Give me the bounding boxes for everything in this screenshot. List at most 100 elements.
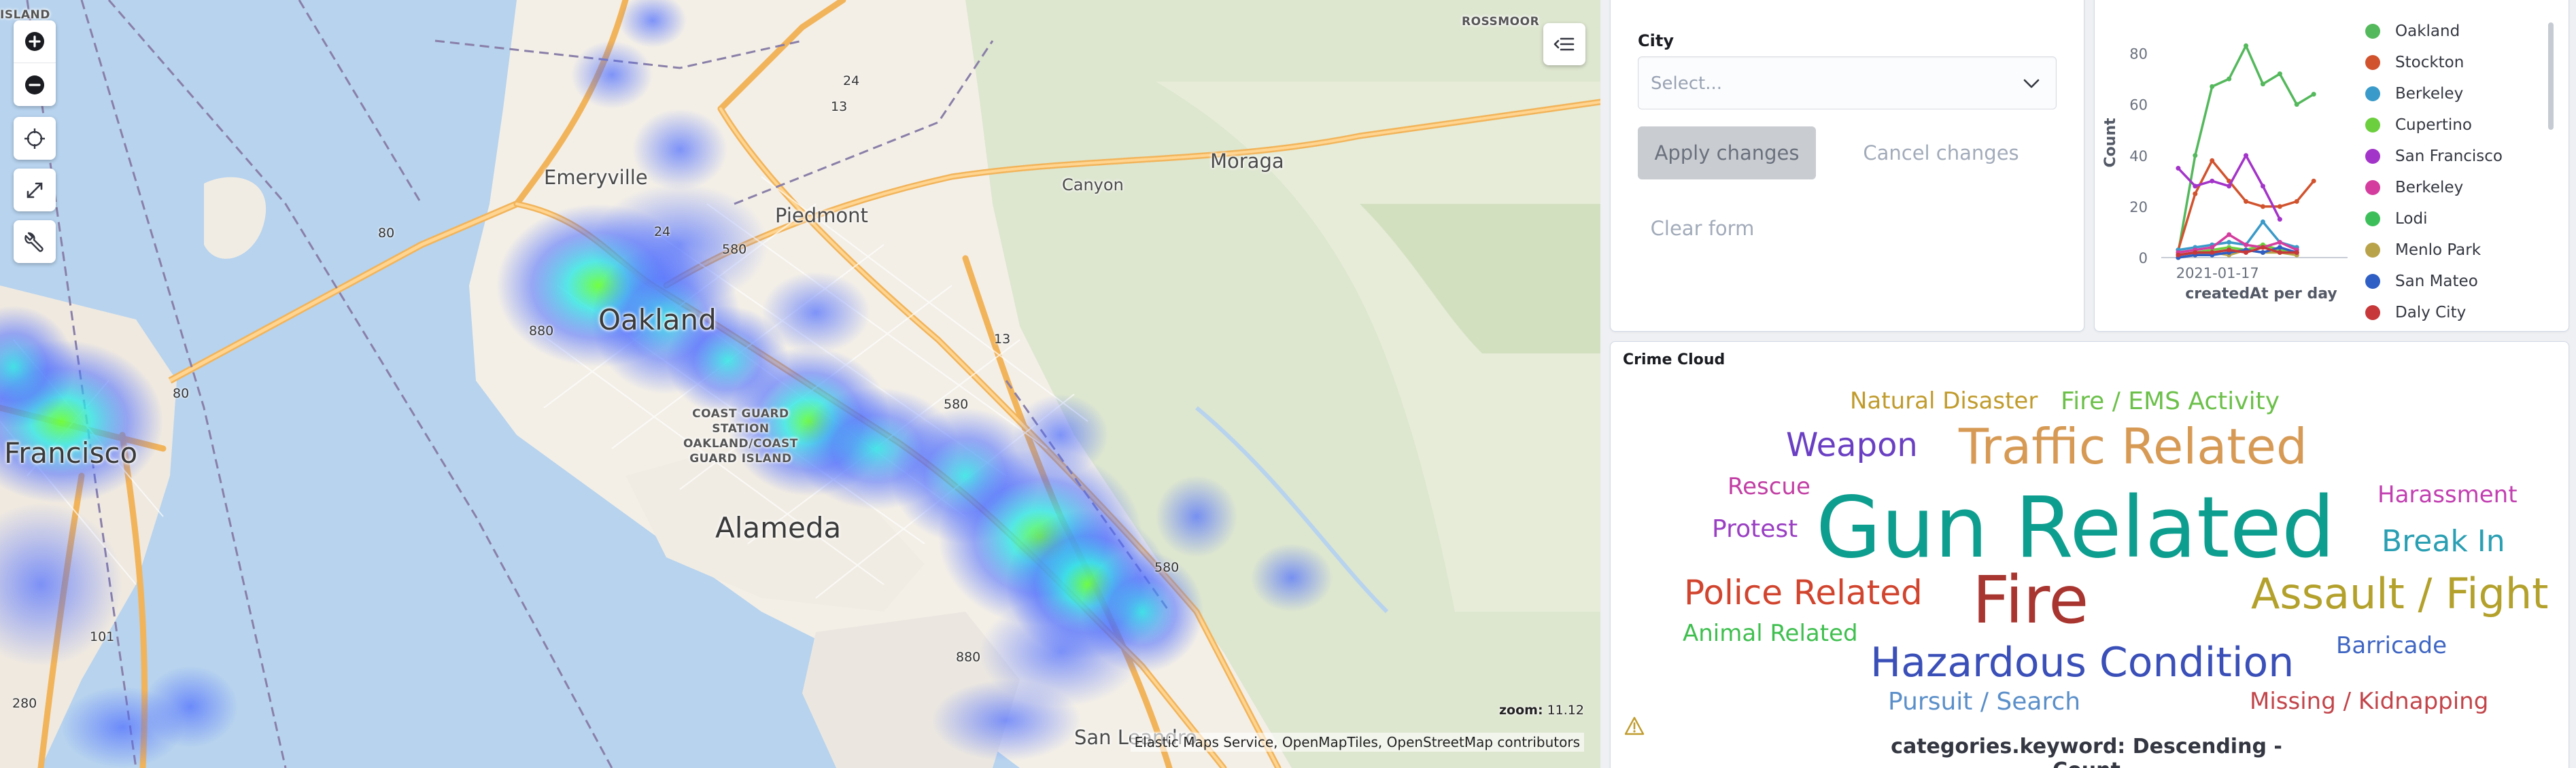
- route-shield: 13: [831, 99, 848, 114]
- tools-button[interactable]: [14, 220, 56, 263]
- cancel-changes-button[interactable]: Cancel changes: [1839, 126, 2043, 179]
- legend-color-dot: [2365, 180, 2380, 195]
- y-tick-label: 0: [2139, 250, 2148, 266]
- legend-item[interactable]: Oakland: [2365, 16, 2542, 47]
- fullscreen-button[interactable]: [14, 169, 56, 211]
- cloud-word[interactable]: Rescue: [1728, 475, 1810, 498]
- zoom-value: 11.12: [1547, 703, 1584, 718]
- legend-color-dot: [2365, 118, 2380, 133]
- series-point: [2244, 249, 2249, 255]
- zoom-out-button[interactable]: [14, 63, 56, 106]
- legend-label: Lodi: [2395, 210, 2428, 228]
- series-point: [2294, 198, 2299, 204]
- series-point: [2294, 249, 2299, 255]
- legend-item[interactable]: Daly City: [2365, 297, 2542, 328]
- set-view-button[interactable]: [14, 117, 56, 160]
- legend-color-dot: [2365, 274, 2380, 289]
- legend-color-dot: [2365, 243, 2380, 258]
- cloud-word[interactable]: Assault / Fight: [2251, 573, 2548, 615]
- place-label-canyon: Canyon: [1062, 175, 1124, 194]
- legend-label: Cupertino: [2395, 116, 2472, 134]
- collapse-layers-button[interactable]: [1543, 23, 1585, 65]
- series-point: [2210, 245, 2215, 250]
- series-point: [2277, 204, 2282, 209]
- cloud-word[interactable]: Protest: [1712, 517, 1798, 542]
- legend-color-dot: [2365, 149, 2380, 164]
- cloud-word[interactable]: Natural Disaster: [1850, 389, 2038, 413]
- legend-item[interactable]: San Mateo: [2365, 266, 2542, 297]
- cloud-word[interactable]: Animal Related: [1683, 622, 1858, 645]
- legend-item[interactable]: Lodi: [2365, 203, 2542, 234]
- series-point: [2193, 153, 2198, 158]
- cloud-word[interactable]: Missing / Kidnapping: [2250, 690, 2488, 713]
- series-point: [2260, 249, 2265, 255]
- legend-item[interactable]: Menlo Park: [2365, 234, 2542, 266]
- series-point: [2260, 184, 2265, 189]
- zoom-label: zoom:: [1498, 703, 1543, 718]
- series-point: [2193, 191, 2198, 196]
- cloud-word[interactable]: Break In: [2382, 527, 2505, 557]
- cloud-word[interactable]: Gun Related: [1816, 486, 2335, 570]
- menu-left-icon: [1553, 37, 1575, 51]
- route-shield: 280: [12, 696, 37, 711]
- cloud-word[interactable]: Police Related: [1684, 576, 1923, 610]
- place-label-oakland: Oakland: [598, 303, 717, 336]
- route-shield: 580: [722, 242, 747, 257]
- series-point: [2294, 102, 2299, 107]
- y-axis-title: Count: [2102, 118, 2119, 168]
- cloud-word[interactable]: Traffic Related: [1959, 422, 2307, 471]
- cloud-word[interactable]: Fire / EMS Activity: [2061, 389, 2280, 414]
- place-label-alameda: Alameda: [715, 511, 842, 544]
- series-point: [2260, 219, 2265, 224]
- legend-item[interactable]: Berkeley: [2365, 78, 2542, 109]
- cloud-word[interactable]: Pursuit / Search: [1888, 690, 2080, 714]
- y-tick-label: 80: [2129, 46, 2148, 63]
- legend-item[interactable]: Cupertino: [2365, 109, 2542, 141]
- place-label-piedmont: Piedmont: [775, 204, 868, 227]
- warning-icon[interactable]: [1624, 716, 1645, 735]
- cloud-word[interactable]: Weapon: [1786, 429, 1918, 461]
- cloud-word[interactable]: Fire: [1972, 568, 2089, 633]
- city-select[interactable]: Select...: [1638, 56, 2057, 109]
- clear-form-button[interactable]: Clear form: [1638, 207, 1767, 249]
- series-point: [2244, 198, 2249, 204]
- series-point: [2244, 242, 2249, 247]
- place-label-moraga: Moraga: [1210, 150, 1284, 173]
- series-point: [2244, 153, 2249, 158]
- series-point: [2277, 217, 2282, 222]
- legend-label: San Francisco: [2395, 147, 2503, 165]
- series-point: [2176, 166, 2181, 171]
- route-shield: 80: [378, 226, 395, 241]
- cloud-axis-label: categories.keyword: Descending - Count: [1891, 735, 2282, 768]
- series-point: [2277, 239, 2282, 245]
- zoom-in-button[interactable]: [14, 20, 56, 63]
- route-shield: 880: [529, 324, 554, 338]
- place-label-rossmoor: ROSSMOOR: [1462, 15, 1540, 29]
- cloud-word[interactable]: Harassment: [2377, 483, 2518, 506]
- apply-changes-button[interactable]: Apply changes: [1638, 126, 1816, 179]
- legend-item[interactable]: Stockton: [2365, 47, 2542, 78]
- chart-legend: Oakland Stockton Berkeley Cupertino San Fran…: [2365, 16, 2542, 328]
- series-point: [2227, 76, 2232, 82]
- legend-scrollbar[interactable]: [2548, 22, 2554, 130]
- map-attribution[interactable]: Elastic Maps Service, OpenMapTiles, Open…: [1130, 733, 1584, 752]
- y-tick-label: 60: [2129, 97, 2148, 114]
- map-basemap: [0, 0, 1600, 768]
- series-point: [2260, 204, 2265, 209]
- route-shield: 24: [654, 224, 671, 239]
- route-shield: 880: [956, 650, 981, 665]
- cloud-word[interactable]: Barricade: [2336, 634, 2447, 657]
- series-point: [2277, 71, 2282, 77]
- input-controls-panel: City Select... Apply changes Cancel chan…: [1610, 0, 2084, 332]
- legend-color-dot: [2365, 55, 2380, 70]
- legend-item[interactable]: Berkeley: [2365, 172, 2542, 203]
- map-view[interactable]: ROSSMOOR ISLAND Emeryville Piedmont Oakl…: [0, 0, 1600, 768]
- route-shield: 24: [843, 73, 860, 88]
- cloud-word[interactable]: Hazardous Condition: [1870, 642, 2294, 683]
- zoom-readout: zoom: 11.12: [1499, 703, 1584, 718]
- series-line: [2177, 159, 2315, 251]
- legend-label: Oakland: [2395, 22, 2460, 40]
- legend-label: San Mateo: [2395, 273, 2478, 290]
- legend-item[interactable]: San Francisco: [2365, 141, 2542, 172]
- series-point: [2227, 232, 2232, 237]
